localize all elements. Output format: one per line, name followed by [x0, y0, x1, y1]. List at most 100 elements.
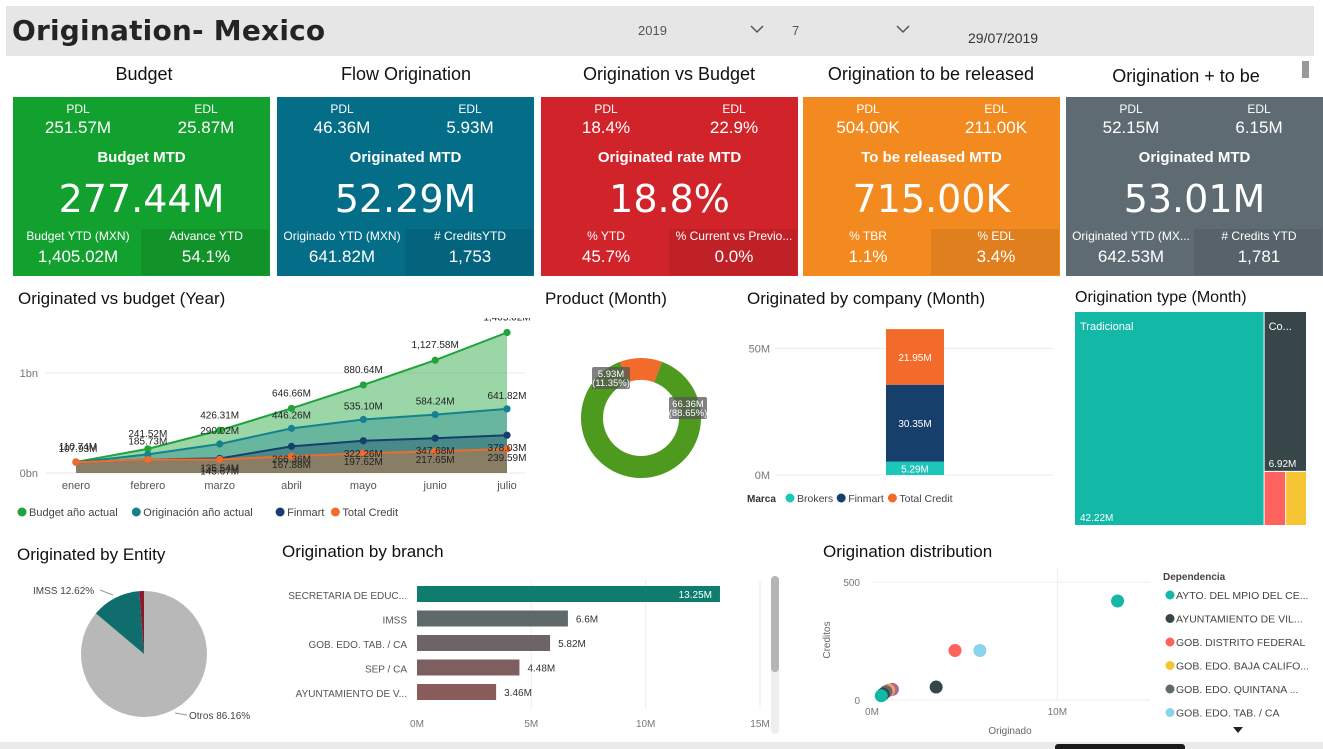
y-tick-label: 1bn [20, 368, 38, 380]
kpi-ytd-label: Budget YTD (MXN) [26, 229, 130, 243]
year-slicer[interactable]: 2019 [628, 16, 774, 46]
legend-marker [887, 493, 897, 503]
data-point [359, 437, 367, 445]
data-point [431, 410, 439, 419]
kpi-edl-label: EDL [458, 102, 482, 116]
data-label: 3.46M [504, 688, 532, 699]
data-label: Otros 86.16% [189, 711, 250, 722]
kpi-mtd-value: 277.44M [58, 177, 225, 221]
kpi-ytd-label: % TBR [849, 229, 887, 243]
data-label: (11.35%) [592, 378, 630, 389]
data-point [72, 458, 80, 466]
kpi-card[interactable]: PDL 52.15M EDL 6.15M Originated YTD (MX... 64… [1066, 97, 1323, 276]
data-label: 535.10M [344, 401, 383, 412]
kpi-ytd-value: 45.7% [581, 247, 631, 266]
kpi-pdl-label: PDL [1119, 102, 1143, 116]
kpi-ytd-value: 1.1% [848, 247, 888, 266]
legend-label: Finmart [287, 507, 324, 519]
kpi-pdl-value: 46.36M [313, 118, 371, 137]
data-label: 13.25M [679, 590, 712, 601]
kpi-title: Origination to be released [827, 64, 1035, 84]
legend-title: Dependencia [1163, 572, 1226, 583]
kpi-card[interactable]: PDL 46.36M EDL 5.93M Originado YTD (MXN) 641.… [277, 97, 534, 276]
data-point [216, 455, 224, 464]
bottom-tab[interactable] [1055, 744, 1185, 749]
kpi-edl-value: 22.9% [709, 118, 759, 137]
product-donut-chart[interactable]: 5.93M(11.35%)66.36M(88.65%) [560, 340, 730, 490]
legend-marker [1165, 708, 1175, 717]
data-label: 239.59M [488, 453, 527, 464]
kpi-secondary-value: 0.0% [714, 247, 754, 266]
page-title: Origination- Mexico [12, 14, 326, 47]
kpi-secondary-value: 54.1% [181, 247, 231, 266]
kpi-mtd-value: 52.29M [334, 177, 477, 221]
data-label: 426.31M [200, 410, 239, 421]
kpi-card[interactable]: PDL 504.00K EDL 211.00K % TBR 1.1% % EDL 3.4% To… [803, 97, 1060, 276]
kpi-secondary-value: 1,781 [1237, 247, 1281, 266]
legend-label: AYUNTAMIENTO DE VIL... [1176, 614, 1303, 626]
kpi-edl-value: 211.00K [964, 118, 1028, 137]
treemap-cell [1286, 471, 1306, 525]
kpi-card[interactable]: PDL 251.57M EDL 25.87M Budget YTD (MXN) 1,405… [13, 97, 270, 276]
kpi-edl-value: 6.15M [1235, 118, 1283, 137]
kpi-secondary-label: % Current vs Previo... [675, 229, 793, 243]
x-tick-label: julio [496, 480, 517, 492]
kpi-card[interactable]: PDL 18.4% EDL 22.9% % YTD 45.7% % Current vs P… [541, 97, 798, 276]
kpi-secondary-label: # CreditsYTD [433, 229, 507, 243]
kpi-secondary-label: Advance YTD [169, 229, 243, 243]
y-tick-label: 500 [843, 578, 860, 589]
treemap-cell [1264, 312, 1306, 471]
type-treemap[interactable]: Tradicional 42.22M Co... 6.92M [1075, 312, 1306, 525]
x-tick-label: marzo [204, 480, 235, 492]
y-tick-label: 0bn [20, 468, 38, 480]
kpi-ytd-label: Originated YTD (MX... [1072, 229, 1190, 243]
x-tick-label: mayo [350, 480, 377, 492]
legend-label: GOB. DISTRITO FEDERAL [1176, 637, 1305, 649]
kpi-mtd-label: Budget MTD [97, 149, 186, 166]
visual-title-branch: Origination by branch [282, 542, 444, 561]
y-axis-label: Creditos [822, 621, 833, 658]
data-point [359, 415, 367, 424]
legend-marker [17, 507, 27, 517]
kpi-title: Origination vs Budget [582, 64, 756, 84]
category-label: SEP / CA [365, 665, 407, 676]
x-axis-label: Originado [988, 726, 1032, 737]
data-point [359, 381, 367, 389]
branch-scrollbar[interactable] [771, 576, 779, 734]
legend-marker [275, 507, 285, 517]
legend-marker [131, 507, 141, 517]
bar [417, 684, 497, 700]
month-slicer[interactable]: 7 [782, 16, 920, 46]
chevron-down-icon [750, 25, 764, 34]
year-area-chart[interactable]: 1bn0bn110.74M241.52M426.31M646.66M880.64… [10, 318, 540, 528]
data-point [287, 442, 296, 450]
entity-pie-chart[interactable]: IMSS 12.62% Otros 86.16% [10, 575, 270, 735]
y-tick-label: 0M [755, 470, 770, 482]
bar [417, 659, 520, 676]
data-label: 167.88M [272, 460, 311, 471]
data-label: IMSS 12.62% [33, 586, 94, 597]
kpi-mtd-value: 18.8% [609, 177, 730, 221]
branch-bar-chart[interactable]: 0M 5M 10M 15M SECRETARIA DE EDUC... 13.25M IMS… [280, 570, 770, 740]
distribution-scatter-chart[interactable]: 500 0 0M 10M Originado Creditos Dependencia AYT… [810, 565, 1315, 742]
legend-label: Total Credit [342, 507, 398, 519]
data-label: 217.65M [416, 455, 455, 466]
data-point [216, 440, 224, 448]
branch-scrollbar-thumb[interactable] [771, 576, 779, 672]
kpi-ytd-value: 642.53M [1097, 247, 1165, 266]
kpi-mtd-label: Originated MTD [349, 149, 462, 166]
company-stacked-bar-chart[interactable]: 50M 0M 5.29M 30.35M 21.95M Marca Brokers Finmar… [740, 318, 1070, 518]
data-point [503, 328, 511, 337]
month-value: 7 [792, 23, 800, 38]
data-label: 135.54M [200, 463, 239, 474]
kpi-pdl-label: PDL [330, 102, 354, 116]
data-label: 197.62M [344, 457, 383, 468]
kpi-edl-label: EDL [194, 102, 218, 116]
data-point [287, 424, 296, 432]
visual-title-product: Product (Month) [545, 289, 667, 308]
data-label: 646.66M [272, 388, 311, 399]
leader-line [99, 589, 114, 596]
data-label: 290.02M [200, 426, 239, 437]
visual-title-company: Originated by company (Month) [747, 289, 986, 308]
legend-label: GOB. EDO. TAB. / CA [1176, 708, 1279, 720]
